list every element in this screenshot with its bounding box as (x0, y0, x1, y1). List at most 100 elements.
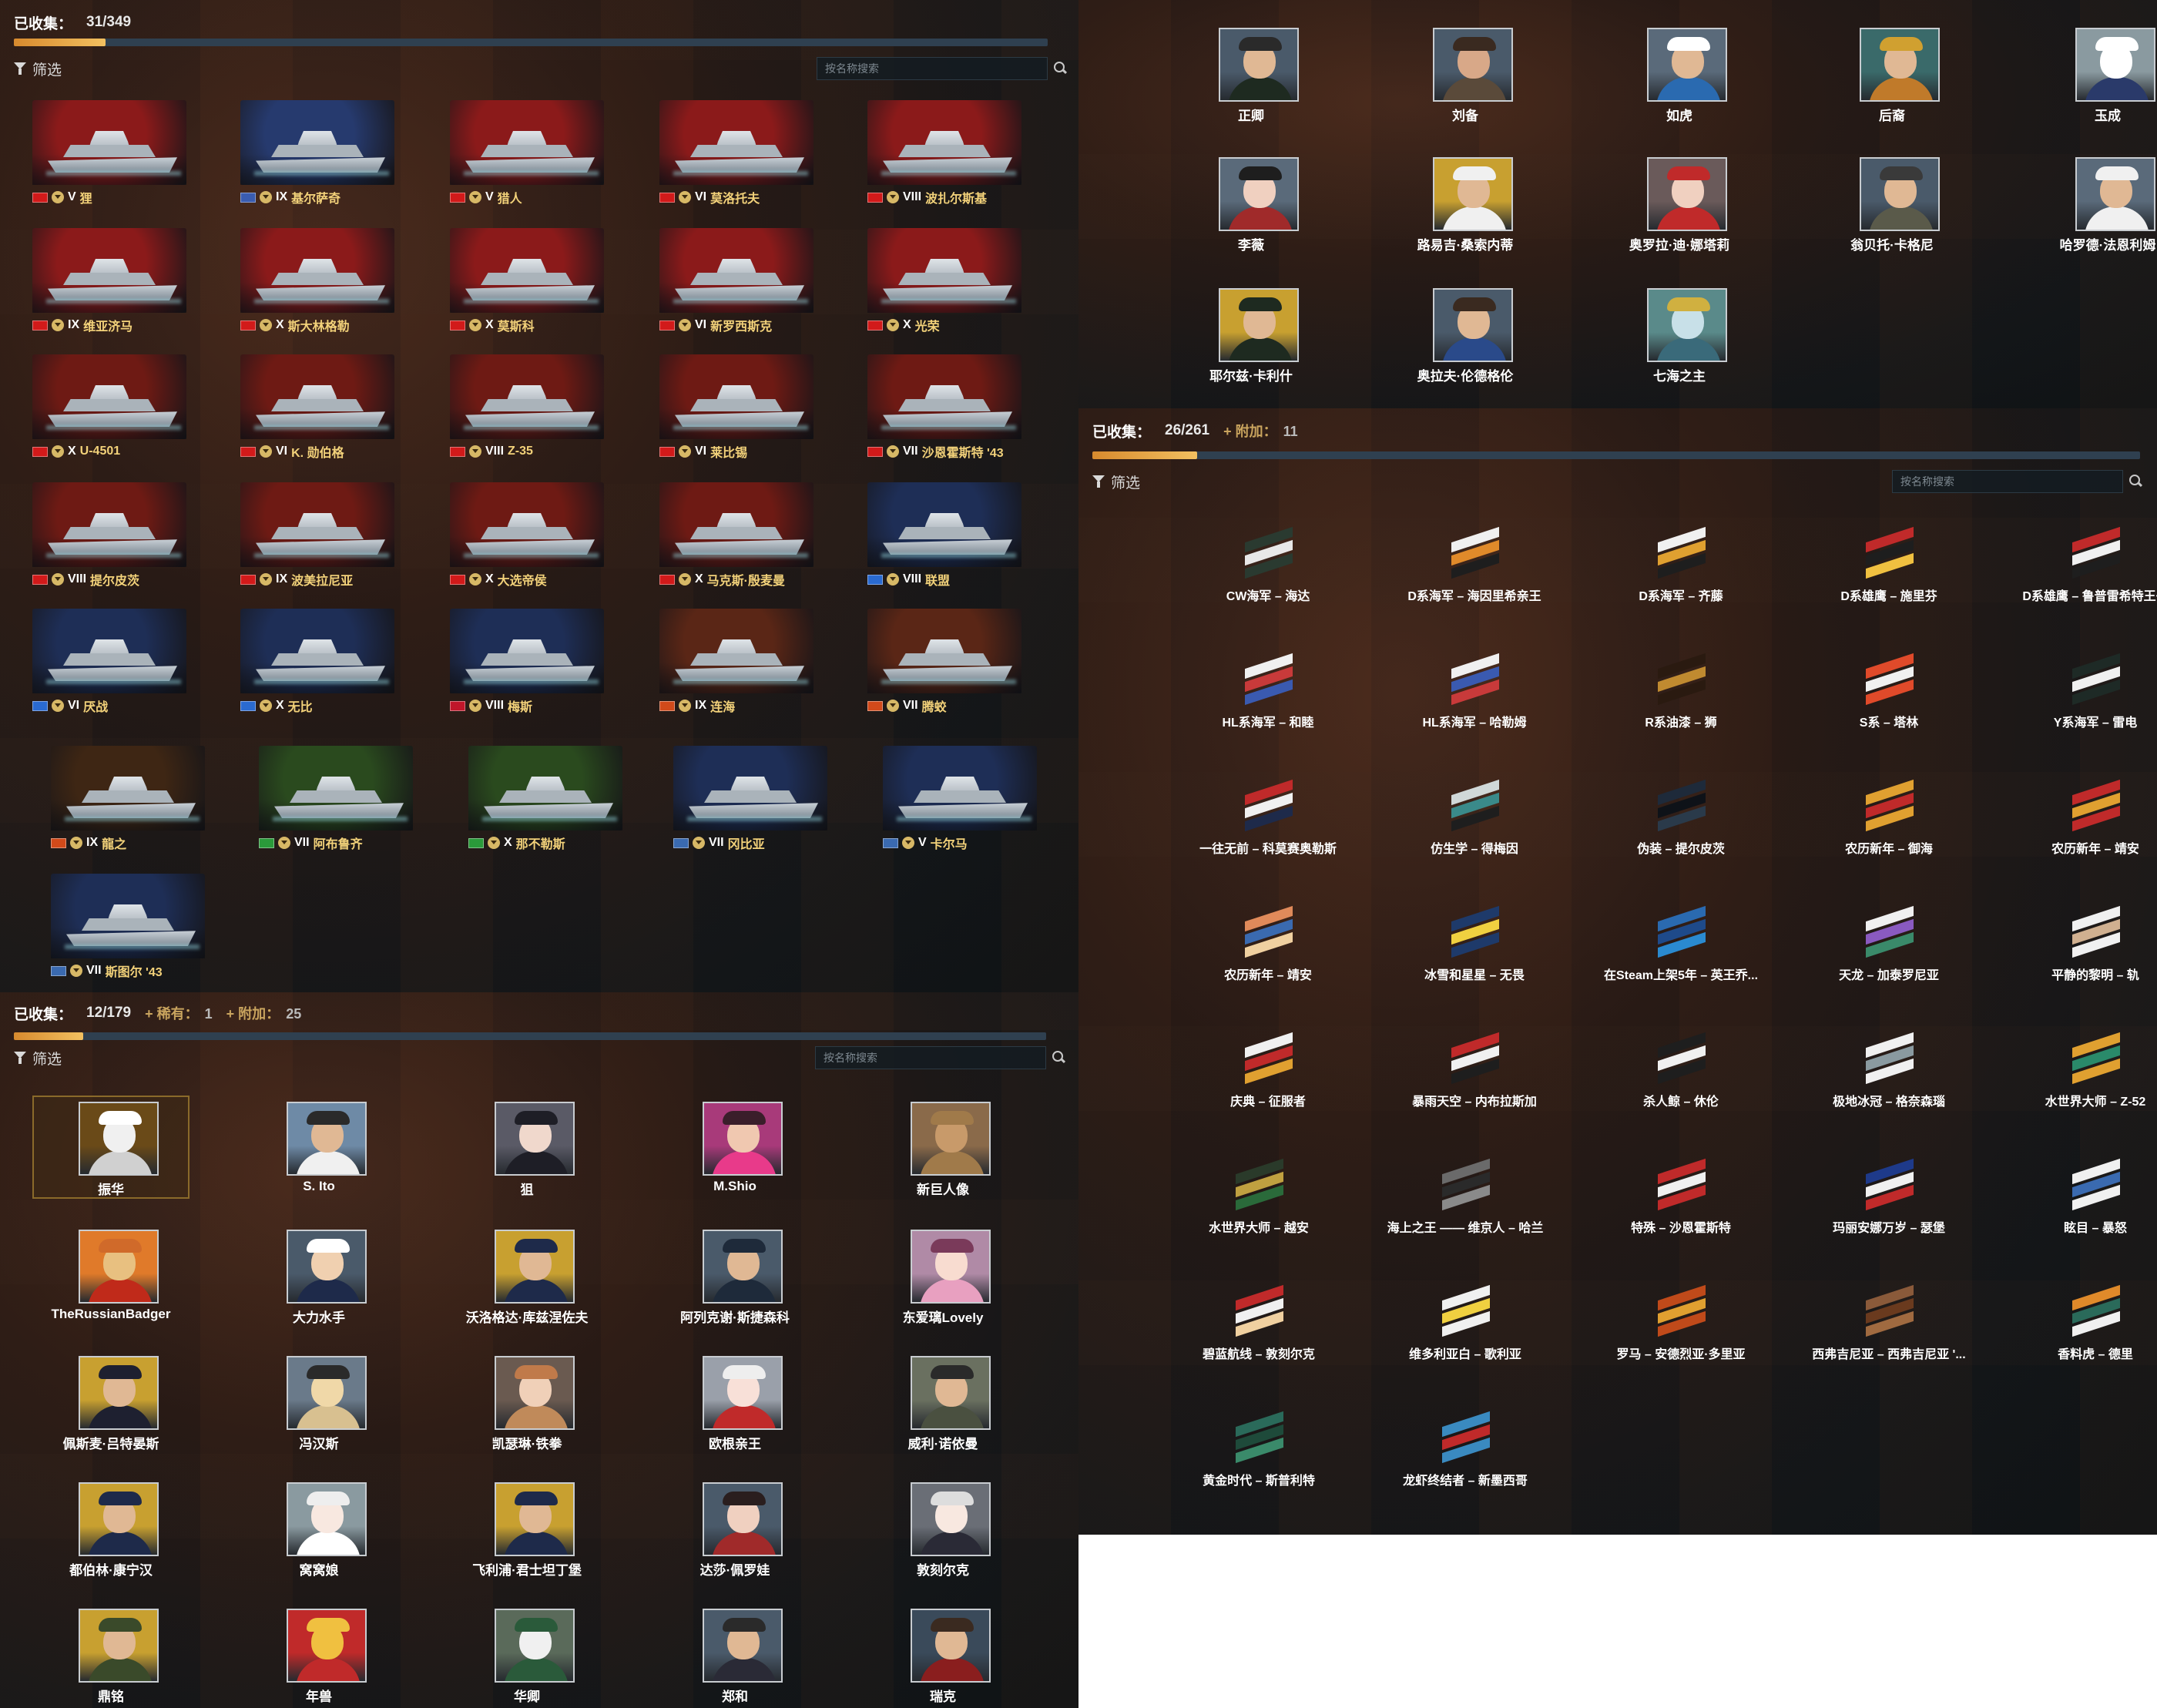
commander-card[interactable]: 刘备 (1388, 23, 1542, 123)
camouflage-card[interactable]: D系雄鹰 – 鲁普雷希特王子 (1995, 524, 2157, 632)
ship-card[interactable]: VIII 梅斯 (450, 609, 604, 716)
commander-card[interactable]: 七海之主 (1602, 284, 1756, 384)
commander-card[interactable]: 欧根亲王 (658, 1351, 812, 1451)
ship-card[interactable]: VI 莱比锡 (659, 354, 813, 462)
commander-card[interactable]: 达莎·佩罗娃 (658, 1478, 812, 1578)
commander-card[interactable]: 东爱璃Lovely (866, 1225, 1020, 1325)
camouflage-card[interactable]: 伪装 – 提尔皮茨 (1581, 777, 1781, 884)
ship-card[interactable]: X 光荣 (867, 228, 1021, 336)
camouflage-card[interactable]: 农历新年 – 御海 (1789, 777, 1989, 884)
commander-card[interactable]: 大力水手 (242, 1225, 396, 1325)
camouflage-card[interactable]: 香料虎 – 德里 (1995, 1282, 2157, 1390)
commander-card[interactable]: 路易吉·桑索内蒂 (1388, 153, 1542, 253)
commander-card[interactable]: 玉成 (2031, 23, 2157, 123)
camouflage-card[interactable]: 玛丽安娜万岁 – 瑟堡 (1789, 1156, 1989, 1263)
commander-card[interactable]: 敦刻尔克 (866, 1478, 1020, 1578)
commander-card[interactable]: 哈罗德·法恩利姆 (2031, 153, 2157, 253)
commander-card[interactable]: 沃洛格达·库兹涅佐夫 (450, 1225, 604, 1325)
ship-card[interactable]: IX 连海 (659, 609, 813, 716)
camouflage-card[interactable]: 庆典 – 征服者 (1168, 1029, 1368, 1137)
commander-card[interactable]: 狙 (450, 1097, 604, 1197)
camouflage-card[interactable]: 冰雪和星星 – 无畏 (1374, 903, 1575, 1011)
commander-card[interactable]: 郑和 (658, 1604, 812, 1704)
commander-card[interactable]: 凯瑟琳·铁拳 (450, 1351, 604, 1451)
camouflage-card[interactable]: 维多利亚白 – 歌利亚 (1365, 1282, 1565, 1390)
ship-card[interactable]: VI 新罗西斯克 (659, 228, 813, 336)
camouflage-card[interactable]: 黄金时代 – 斯普利特 (1159, 1408, 1359, 1516)
ship-card[interactable]: VIII 提尔皮茨 (32, 482, 186, 590)
ship-card[interactable]: VII 冈比亚 (673, 746, 827, 854)
camouflage-card[interactable]: 海上之王 —— 维京人 – 哈兰 (1365, 1156, 1565, 1263)
camouflage-card[interactable]: 在Steam上架5年 – 英王乔... (1581, 903, 1781, 1011)
camouflage-card[interactable]: D系海军 – 海因里希亲王 (1374, 524, 1575, 632)
commander-card[interactable]: 冯汉斯 (242, 1351, 396, 1451)
commander-card[interactable]: 翁贝托·卡格尼 (1815, 153, 1969, 253)
ship-card[interactable]: X 那不勒斯 (468, 746, 622, 854)
ship-card[interactable]: X 大选帝侯 (450, 482, 604, 590)
camouflage-card[interactable]: 暴雨天空 – 内布拉斯加 (1374, 1029, 1575, 1137)
ship-card[interactable]: X 莫斯科 (450, 228, 604, 336)
camouflage-card[interactable]: 仿生学 – 得梅因 (1374, 777, 1575, 884)
ship-card[interactable]: VII 阿布鲁齐 (259, 746, 413, 854)
ship-card[interactable]: VIII 联盟 (867, 482, 1021, 590)
commander-card[interactable]: TheRussianBadger (34, 1225, 188, 1325)
ship-card[interactable]: V 卡尔马 (883, 746, 1037, 854)
ship-card[interactable]: IX 维亚济马 (32, 228, 186, 336)
commander-card[interactable]: S. Ito (242, 1097, 396, 1197)
ship-card[interactable]: VIII 波扎尔斯基 (867, 100, 1021, 208)
commander-card[interactable]: 耶尔兹·卡利什 (1174, 284, 1328, 384)
commander-card[interactable]: 奥罗拉·迪·娜塔莉 (1602, 153, 1756, 253)
commander-card[interactable]: M.Shio (658, 1097, 812, 1197)
camouflage-card[interactable]: D系海军 – 齐藤 (1581, 524, 1781, 632)
camouflage-card[interactable]: 罗马 – 安德烈亚·多里亚 (1581, 1282, 1781, 1390)
camouflage-card[interactable]: Y系海军 – 雷电 (1995, 650, 2157, 758)
commander-card[interactable]: 奥拉夫·伦德格伦 (1388, 284, 1542, 384)
camouflage-card[interactable]: 龙虾终结者 – 新墨西哥 (1365, 1408, 1565, 1516)
ship-card[interactable]: X 无比 (240, 609, 394, 716)
commander-card[interactable]: 新巨人像 (866, 1097, 1020, 1197)
camouflage-card[interactable]: 一往无前 – 科莫赛奥勒斯 (1168, 777, 1368, 884)
camouflage-card[interactable]: 水世界大师 – Z-52 (1995, 1029, 2157, 1137)
camouflage-card[interactable]: S系 – 塔林 (1789, 650, 1989, 758)
ship-card[interactable]: VI 莫洛托夫 (659, 100, 813, 208)
camouflage-card[interactable]: 西弗吉尼亚 – 西弗吉尼亚 '... (1789, 1282, 1989, 1390)
ship-card[interactable]: V 猎人 (450, 100, 604, 208)
commander-card[interactable]: 鼎铭 (34, 1604, 188, 1704)
ship-card[interactable]: IX 龍之 (51, 746, 205, 854)
camouflage-card[interactable]: HL系海军 – 和睦 (1168, 650, 1368, 758)
camouflage-card[interactable]: 农历新年 – 靖安 (1995, 777, 2157, 884)
commander-card[interactable]: 如虎 (1602, 23, 1756, 123)
camouflage-card[interactable]: 特殊 – 沙恩霍斯特 (1581, 1156, 1781, 1263)
ship-card[interactable]: VI 厌战 (32, 609, 186, 716)
ship-card[interactable]: VII 腾蛟 (867, 609, 1021, 716)
ship-card[interactable]: VII 斯图尔 '43 (51, 874, 205, 982)
camouflage-card[interactable]: 极地冰冠 – 格奈森瑙 (1789, 1029, 1989, 1137)
ship-card[interactable]: VII 沙恩霍斯特 '43 (867, 354, 1021, 462)
commander-card[interactable]: 华卿 (450, 1604, 604, 1704)
camouflage-card[interactable]: 眩目 – 暴怒 (1995, 1156, 2157, 1263)
commander-card[interactable]: 年兽 (242, 1604, 396, 1704)
commander-card[interactable]: 李薇 (1174, 153, 1328, 253)
commander-card[interactable]: 窝窝娘 (242, 1478, 396, 1578)
camouflage-card[interactable]: HL系海军 – 哈勒姆 (1374, 650, 1575, 758)
camouflage-card[interactable]: D系雄鹰 – 施里芬 (1789, 524, 1989, 632)
ship-card[interactable]: X U-4501 (32, 354, 186, 462)
camouflage-card[interactable]: 平静的黎明 – 轨 (1995, 903, 2157, 1011)
ship-card[interactable]: VIII Z-35 (450, 354, 604, 462)
commander-card[interactable]: 瑞克 (866, 1604, 1020, 1704)
commander-card[interactable]: 飞利浦·君士坦丁堡 (450, 1478, 604, 1578)
camouflage-card[interactable]: 杀人鲸 – 休伦 (1581, 1029, 1781, 1137)
ship-card[interactable]: V狸 (32, 100, 186, 208)
camouflage-card[interactable]: CW海军 – 海达 (1168, 524, 1368, 632)
camouflage-card[interactable]: R系油漆 – 狮 (1581, 650, 1781, 758)
ship-card[interactable]: X 斯大林格勒 (240, 228, 394, 336)
camouflage-card[interactable]: 水世界大师 – 越安 (1159, 1156, 1359, 1263)
commander-card[interactable]: 佩斯麦·吕特晏斯 (34, 1351, 188, 1451)
commander-card[interactable]: 正卿 (1174, 23, 1328, 123)
camouflage-card[interactable]: 农历新年 – 靖安 (1168, 903, 1368, 1011)
commander-card[interactable]: 威利·诺依曼 (866, 1351, 1020, 1451)
commander-card[interactable]: 都伯林·康宁汉 (34, 1478, 188, 1578)
commander-card[interactable]: 阿列克谢·斯捷森科 (658, 1225, 812, 1325)
commander-card[interactable]: 振华 (32, 1096, 190, 1199)
camouflage-card[interactable]: 天龙 – 加泰罗尼亚 (1789, 903, 1989, 1011)
